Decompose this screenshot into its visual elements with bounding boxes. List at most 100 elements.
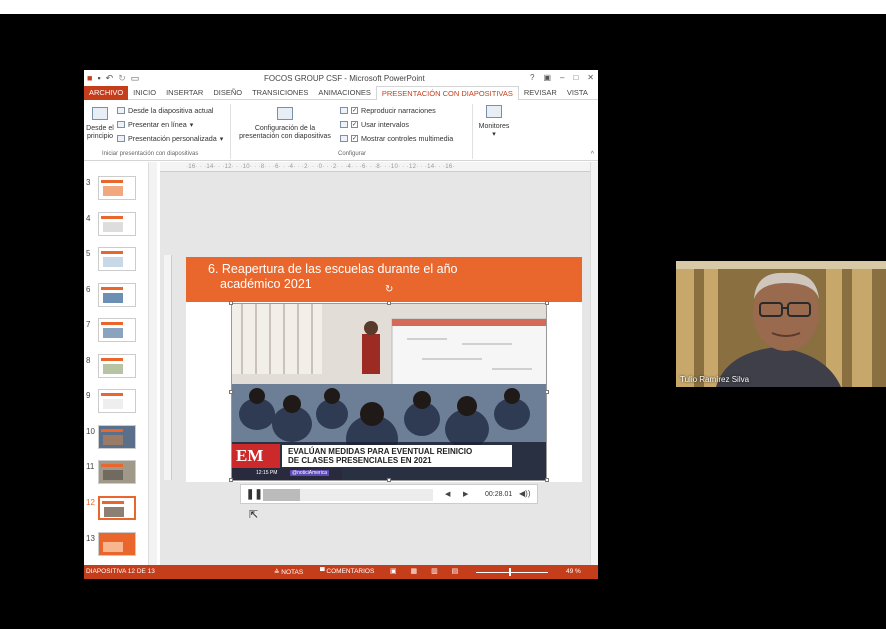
group-separator xyxy=(230,104,231,159)
show-media-controls-checkbox[interactable]: ✓ Mostrar controles multimedia xyxy=(340,134,453,143)
start-slideshow-icon[interactable]: ▭ xyxy=(131,73,140,84)
media-time: 00:28.01 xyxy=(485,491,513,498)
thumbnail-slide-4[interactable]: 4 xyxy=(84,212,154,240)
screen: ■ ▪ ↶ ↻ ▭ FOCOS GROUP CSF - Microsoft Po… xyxy=(0,0,886,629)
group-separator xyxy=(472,104,473,159)
tab-transiciones[interactable]: TRANSICIONES xyxy=(247,86,313,100)
edit-vertical-scrollbar[interactable] xyxy=(590,162,598,565)
thumbnail-number: 13 xyxy=(86,534,95,543)
tab-vista[interactable]: VISTA xyxy=(562,86,593,100)
thumbnail-slide-12[interactable]: 12 xyxy=(84,496,154,524)
resize-handle[interactable] xyxy=(229,478,233,482)
thumbnail-number: 8 xyxy=(86,356,91,365)
zoom-slider[interactable] xyxy=(476,572,548,573)
current-slide: 6. Reapertura de las escuelas durante el… xyxy=(186,257,582,482)
setup-show-button[interactable]: Configuración de la presentación con dia… xyxy=(232,107,338,141)
close-button[interactable]: ✕ xyxy=(587,73,594,82)
from-start-label-2: principio xyxy=(86,133,114,140)
from-start-label-1: Desde el xyxy=(86,125,114,132)
forward-button[interactable]: ▶ xyxy=(463,490,468,498)
thumbnail-slide-13[interactable]: 13 xyxy=(84,532,154,560)
undo-icon[interactable]: ↶ xyxy=(106,73,114,84)
play-narrations-checkbox[interactable]: ✓ Reproducir narraciones xyxy=(340,106,436,115)
chevron-down-icon: ▾ xyxy=(219,134,224,143)
media-controls: ❚❚ ◀ ▶ 00:28.01 ◀)) xyxy=(240,484,538,504)
redo-icon[interactable]: ↻ xyxy=(118,73,126,84)
resize-handle[interactable] xyxy=(387,301,391,305)
resize-handle[interactable] xyxy=(387,478,391,482)
comments-button[interactable]: ▀ COMENTARIOS xyxy=(320,568,374,575)
tab-diseno[interactable]: DISEÑO xyxy=(208,86,247,100)
thumbnail-number: 4 xyxy=(86,214,91,223)
thumbnail-number: 6 xyxy=(86,285,91,294)
collapse-ribbon-icon[interactable]: ^ xyxy=(591,151,594,158)
minimize-button[interactable]: – xyxy=(560,73,564,82)
thumbnail-image xyxy=(98,389,136,413)
resize-handle[interactable] xyxy=(229,390,233,394)
from-start-button[interactable]: Desde el principio xyxy=(84,107,116,141)
thumbnail-number: 3 xyxy=(86,178,91,187)
custom-show-label: Presentación personalizada xyxy=(128,134,217,143)
save-icon[interactable]: ▪ xyxy=(97,73,100,84)
volume-icon[interactable]: ◀)) xyxy=(519,489,530,498)
thumbnail-slide-10[interactable]: 10 xyxy=(84,425,154,453)
thumbnail-slide-3[interactable]: 3 xyxy=(84,176,154,204)
from-current-button[interactable]: Desde la diapositiva actual xyxy=(117,106,214,115)
help-button[interactable]: ? xyxy=(530,73,534,82)
zoom-slider-thumb[interactable] xyxy=(509,568,511,576)
participant-name: Tulio Ramírez Silva xyxy=(680,375,750,384)
thumbnail-slide-6[interactable]: 6 xyxy=(84,283,154,311)
thumbnail-image xyxy=(98,318,136,342)
present-online-button[interactable]: Presentar en línea ▾ xyxy=(117,120,193,129)
thumbnail-slide-5[interactable]: 5 xyxy=(84,247,154,275)
thumbnail-slide-8[interactable]: 8 xyxy=(84,354,154,382)
view-buttons[interactable]: ▣ ▦ ▥ ▤ xyxy=(390,567,464,575)
title-bar: ■ ▪ ↶ ↻ ▭ FOCOS GROUP CSF - Microsoft Po… xyxy=(84,70,598,86)
rotate-handle-icon[interactable]: ↻ xyxy=(385,284,393,295)
narration-icon xyxy=(340,107,348,114)
pause-button[interactable]: ❚❚ xyxy=(246,489,263,500)
thumbnail-number: 10 xyxy=(86,427,95,436)
monitors-button[interactable]: Monitores ▾ xyxy=(476,105,512,139)
slide-title-line-2: académico 2021 xyxy=(220,277,312,291)
media-progress-track[interactable] xyxy=(263,489,433,501)
thumbnail-scrollbar[interactable] xyxy=(148,162,157,565)
tab-archivo[interactable]: ARCHIVO xyxy=(84,85,129,100)
ribbon-display-button[interactable]: ▣ xyxy=(543,73,551,82)
thumbnail-number: 11 xyxy=(86,462,95,471)
status-bar: DIAPOSITIVA 12 DE 13 ≙ NOTAS ▀ COMENTARI… xyxy=(84,565,598,579)
group-label-setup: Configurar xyxy=(338,151,367,157)
resize-handle[interactable] xyxy=(545,390,549,394)
media-progress-fill xyxy=(263,489,301,501)
thumbnail-slide-9[interactable]: 9 xyxy=(84,389,154,417)
rewind-button[interactable]: ◀ xyxy=(445,490,450,498)
tab-inicio[interactable]: INICIO xyxy=(128,86,161,100)
video-frame[interactable]: EM EVALÚAN MEDIDAS PARA EVENTUAL REINICI… xyxy=(231,303,547,481)
zoom-level[interactable]: 49 % xyxy=(566,568,581,575)
ribbon: Desde el principio Desde la diapositiva … xyxy=(84,101,598,161)
thumbnail-slide-7[interactable]: 7 xyxy=(84,318,154,346)
resize-handle[interactable] xyxy=(229,301,233,305)
timings-icon xyxy=(340,121,348,128)
custom-show-icon xyxy=(117,135,125,142)
setup-label-1: Configuración de la xyxy=(254,125,316,132)
webcam-tile: Tulio Ramírez Silva xyxy=(676,261,886,387)
custom-show-button[interactable]: Presentación personalizada ▾ xyxy=(117,134,223,143)
tab-revisar[interactable]: REVISAR xyxy=(519,86,562,100)
slide-indicator: DIAPOSITIVA 12 DE 13 xyxy=(86,568,155,575)
chevron-down-icon: ▾ xyxy=(492,131,496,138)
resize-handle[interactable] xyxy=(545,301,549,305)
tab-insertar[interactable]: INSERTAR xyxy=(161,86,208,100)
thumbnail-slide-11[interactable]: 11 xyxy=(84,460,154,488)
thumbnail-image xyxy=(98,247,136,271)
slideshow-current-icon xyxy=(117,107,125,114)
use-timings-checkbox[interactable]: ✓ Usar intervalos xyxy=(340,120,409,129)
thumbnail-image xyxy=(98,212,136,236)
tab-presentacion[interactable]: PRESENTACIÓN CON DIAPOSITIVAS xyxy=(375,85,519,100)
tab-animaciones[interactable]: ANIMACIONES xyxy=(313,86,376,100)
thumbnail-image xyxy=(98,176,136,200)
news-headline: EVALÚAN MEDIDAS PARA EVENTUAL REINICIO D… xyxy=(288,447,472,465)
notes-button[interactable]: ≙ NOTAS xyxy=(274,568,303,576)
maximize-button[interactable]: □ xyxy=(573,73,578,82)
resize-handle[interactable] xyxy=(545,478,549,482)
